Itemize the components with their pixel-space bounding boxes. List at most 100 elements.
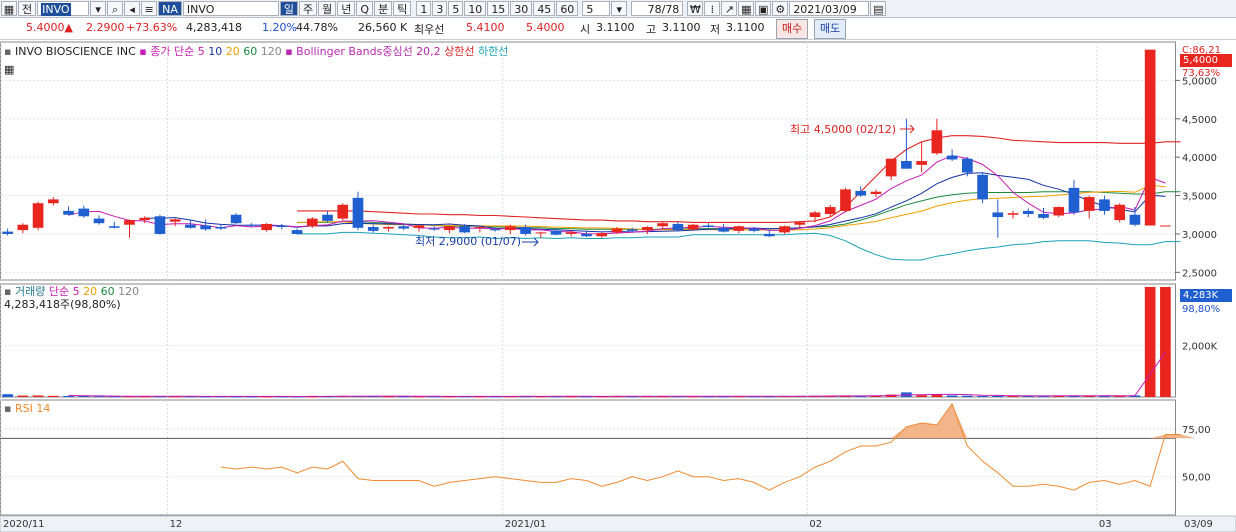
candle-body (246, 224, 257, 226)
volume-bar (63, 395, 74, 397)
volume-bar (1160, 286, 1171, 397)
candle-body (870, 191, 882, 195)
price-pane (2, 49, 1181, 261)
low-annotation: 최저 2,9000 (01/07) (415, 235, 521, 248)
volume-ma5-line (68, 351, 1166, 398)
candle-body (1099, 199, 1110, 211)
current-volume-badge: 4,283K (1180, 289, 1232, 302)
candle-body (596, 233, 608, 237)
rsi-pane-frame (0, 399, 1176, 516)
candle-body (779, 226, 790, 233)
candle-body (565, 232, 577, 234)
candle-body (748, 228, 760, 231)
candle-body (352, 197, 364, 228)
candle-body (63, 210, 74, 215)
price-tick-label: 2,5000 (1182, 268, 1217, 279)
candle-body (459, 226, 470, 233)
volume-bar (977, 395, 988, 397)
candle-body (1053, 207, 1065, 216)
axes: 2020/11 12 2021/01 02 03 03/09 2,5000 3,0000 3,5… (3, 76, 1218, 530)
candle-body (824, 207, 836, 214)
candle-body (276, 225, 288, 228)
grid-lines (0, 41, 1236, 532)
candle-body (398, 226, 410, 229)
candle-body (809, 212, 821, 218)
candle-body (169, 219, 181, 222)
candle-body (916, 161, 927, 165)
date-tick-label: 2021/01 (505, 519, 547, 530)
volume-bar (962, 395, 973, 397)
candle-body (550, 230, 562, 235)
date-tick-label: 02 (809, 519, 822, 530)
candle-body (1068, 187, 1080, 213)
candle-body (733, 226, 745, 231)
candle-body (946, 155, 958, 160)
price-tick-label: 3,0000 (1182, 230, 1217, 241)
candle-body (1083, 197, 1095, 211)
candle-body (185, 224, 196, 228)
price-tick-label: 4,5000 (1182, 115, 1217, 126)
candle-body (93, 218, 105, 224)
volume-tick-label: 2,000K (1182, 342, 1218, 353)
date-tick-label: 03/09 (1184, 519, 1213, 530)
candle-body (291, 230, 303, 234)
candle-body (47, 199, 59, 204)
candle-body (763, 233, 775, 237)
candle-body (1129, 214, 1141, 225)
volume-bar (946, 395, 958, 397)
candle-body (672, 223, 684, 231)
candle-body (215, 227, 227, 229)
rsi-tick-label: 50,00 (1182, 473, 1211, 484)
candle-body (124, 220, 135, 225)
candle-body (413, 225, 425, 228)
candle-body (1160, 225, 1171, 227)
low-arrow-icon (522, 237, 539, 247)
bollinger-middle-line (297, 191, 1181, 230)
candle-body (230, 214, 242, 224)
candle-body (2, 231, 13, 234)
candle-body (992, 212, 1004, 218)
candle-body (520, 227, 531, 234)
candle-body (322, 214, 333, 221)
candle-body (626, 229, 638, 231)
volume-bar (2, 394, 13, 397)
candle-body (306, 218, 318, 227)
candle-body (901, 161, 912, 169)
candle-body (794, 222, 806, 225)
rsi-overbought-area (891, 403, 1196, 439)
candle-body (428, 228, 440, 230)
price-pane-frame (0, 41, 1176, 281)
candle-body (1114, 204, 1126, 221)
candle-body (642, 227, 653, 231)
rsi-line (220, 402, 1181, 491)
candle-body (474, 227, 486, 229)
volume-pane (2, 286, 1171, 398)
candle-body (489, 229, 501, 231)
date-axis-area (0, 515, 1236, 532)
candle-body (78, 208, 90, 217)
candle-body (383, 227, 394, 229)
candle-body (977, 174, 988, 200)
volume-bar (17, 395, 29, 397)
date-tick-label: 12 (170, 519, 183, 530)
candle-body (444, 226, 455, 231)
high-arrow-icon (900, 124, 915, 134)
date-tick-label: 2020/11 (3, 519, 45, 530)
candle-body (32, 203, 44, 228)
price-tick-label: 4,0000 (1182, 153, 1217, 164)
date-tick-label: 03 (1099, 519, 1112, 530)
candle-body (657, 223, 669, 227)
candle-body (962, 158, 973, 173)
candle-body (718, 227, 729, 232)
candle-body (139, 217, 151, 221)
candle-body (581, 233, 592, 237)
candle-body (535, 232, 547, 234)
candle-body (200, 225, 211, 230)
candle-body (17, 224, 29, 231)
candle-body (1022, 210, 1034, 214)
volume-pane-frame (0, 283, 1176, 398)
price-tick-label: 3,5000 (1182, 192, 1217, 203)
candle-body (611, 228, 623, 233)
stock-chart: 2020/11 12 2021/01 02 03 03/09 2,5000 3,0000 3,5… (0, 41, 1236, 532)
candle-body (108, 226, 120, 228)
